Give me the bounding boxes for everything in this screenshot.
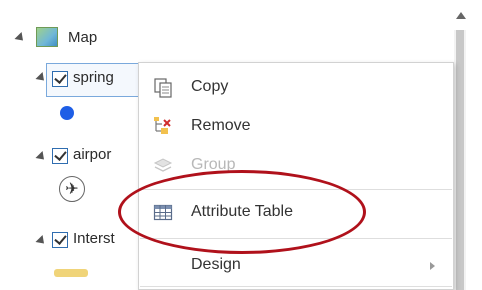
menu-separator <box>140 189 452 190</box>
menu-item-attribute-table[interactable]: Attribute Table <box>139 194 453 232</box>
menu-item-design[interactable]: Design <box>139 247 453 285</box>
airport-layer-label[interactable]: airpor <box>73 146 111 163</box>
map-icon <box>36 27 58 47</box>
map-label[interactable]: Map <box>68 29 97 46</box>
menu-separator <box>140 238 452 239</box>
menu-item-label: Design <box>191 256 241 273</box>
menu-item-remove[interactable]: Remove <box>139 108 453 146</box>
menu-item-group[interactable]: Group <box>139 147 453 185</box>
interstate-layer-label[interactable]: Interst <box>73 230 115 247</box>
spring-visibility-checkbox[interactable] <box>52 71 68 87</box>
submenu-arrow-icon <box>430 262 435 270</box>
interstate-expander-icon[interactable] <box>35 234 48 248</box>
point-symbol-icon <box>60 106 74 120</box>
copy-icon <box>154 78 172 98</box>
scroll-up-arrow-icon[interactable] <box>456 12 466 19</box>
table-icon <box>153 204 173 221</box>
menu-item-copy[interactable]: Copy <box>139 69 453 107</box>
scrollbar-thumb[interactable] <box>456 30 464 290</box>
group-icon <box>153 158 173 172</box>
line-symbol-icon <box>54 269 88 277</box>
airport-expander-icon[interactable] <box>35 150 48 164</box>
interstate-visibility-checkbox[interactable] <box>52 232 68 248</box>
menu-item-label: Group <box>191 156 236 173</box>
spring-layer-label[interactable]: spring <box>73 69 114 86</box>
menu-separator <box>140 286 452 287</box>
menu-item-label: Remove <box>191 117 251 134</box>
airport-visibility-checkbox[interactable] <box>52 148 68 164</box>
map-expander-icon[interactable] <box>14 31 27 45</box>
menu-item-label: Copy <box>191 78 229 95</box>
context-menu: Copy Remove Group Attribute Table Design <box>138 62 454 290</box>
menu-item-label: Attribute Table <box>191 203 293 220</box>
airplane-icon: ✈ <box>59 176 85 202</box>
remove-icon <box>154 117 171 134</box>
